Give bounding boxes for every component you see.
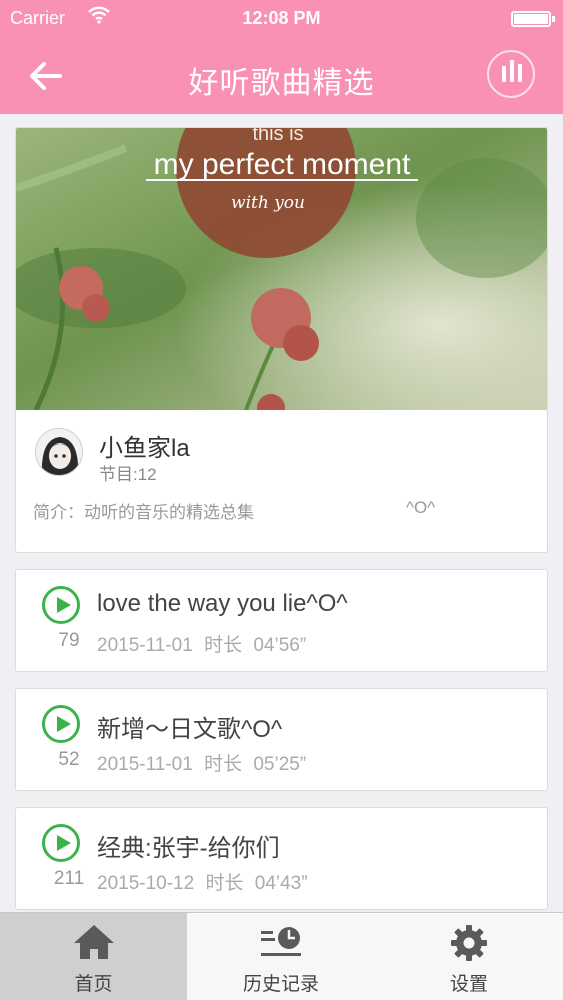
gear-icon xyxy=(449,923,489,968)
play-icon[interactable] xyxy=(42,824,80,862)
song-meta: 2015-10-12 时长 04’43” xyxy=(97,868,308,895)
play-icon[interactable] xyxy=(42,586,80,624)
tab-home-label: 首页 xyxy=(74,974,113,995)
song-meta: 2015-11-01 时长 05’25” xyxy=(97,749,306,776)
program-count: 节目:12 xyxy=(99,465,157,484)
battery-icon xyxy=(511,11,555,27)
song-duration: 时长 04’56” xyxy=(204,635,307,656)
song-play-count: 211 xyxy=(53,868,85,889)
album-cover: this is my perfect moment with you xyxy=(16,128,547,410)
song-date: 2015-11-01 xyxy=(97,635,193,656)
tab-settings[interactable]: 设置 xyxy=(375,913,563,1000)
song-title: love the way you lie^O^ xyxy=(97,590,348,617)
svg-text:with you: with you xyxy=(231,193,305,213)
song-title: 经典:张宇-给你们 xyxy=(97,835,280,862)
svg-text:my perfect moment: my perfect moment xyxy=(154,148,411,181)
album-intro-suffix: ^O^ xyxy=(406,498,436,517)
page-title: 好听歌曲精选 xyxy=(188,67,375,100)
owner-name: 小鱼家la xyxy=(99,435,190,462)
status-bar: Carrier 12:08 PM xyxy=(0,0,563,38)
song-date: 2015-10-12 xyxy=(97,873,195,894)
history-icon xyxy=(259,923,303,966)
play-icon[interactable] xyxy=(42,705,80,743)
song-duration: 时长 04’43” xyxy=(205,873,308,894)
tab-bar: 首页 历史记录 设置 xyxy=(0,912,563,1000)
album-card[interactable]: this is my perfect moment with you 小鱼家la… xyxy=(15,127,548,553)
tab-history[interactable]: 历史记录 xyxy=(187,913,375,1000)
song-meta: 2015-11-01 时长 04’56” xyxy=(97,630,306,657)
svg-text:this is: this is xyxy=(252,128,303,145)
tab-history-label: 历史记录 xyxy=(242,974,319,995)
home-icon xyxy=(72,923,116,966)
song-play-count: 52 xyxy=(58,749,80,770)
song-duration: 时长 05’25” xyxy=(204,754,307,775)
song-title: 新增～日文歌^O^ xyxy=(97,716,283,743)
owner-avatar[interactable] xyxy=(35,428,83,476)
tab-settings-label: 设置 xyxy=(449,974,488,995)
song-date: 2015-11-01 xyxy=(97,754,193,775)
tab-home[interactable]: 首页 xyxy=(0,913,187,1000)
song-card[interactable]: love the way you lie^O^ 79 2015-11-01 时长… xyxy=(15,569,548,672)
header: Carrier 12:08 PM 好听歌曲精选 xyxy=(0,0,563,114)
song-card[interactable]: 新增～日文歌^O^ 52 2015-11-01 时长 05’25” xyxy=(15,688,548,791)
album-intro: 简介：动听的音乐的精选总集 xyxy=(33,503,254,522)
nav-bar: 好听歌曲精选 xyxy=(0,38,563,114)
status-time: 12:08 PM xyxy=(242,8,321,28)
song-card[interactable]: 经典:张宇-给你们 211 2015-10-12 时长 04’43” xyxy=(15,807,548,910)
song-play-count: 79 xyxy=(58,630,80,651)
now-playing-button[interactable] xyxy=(487,50,535,98)
